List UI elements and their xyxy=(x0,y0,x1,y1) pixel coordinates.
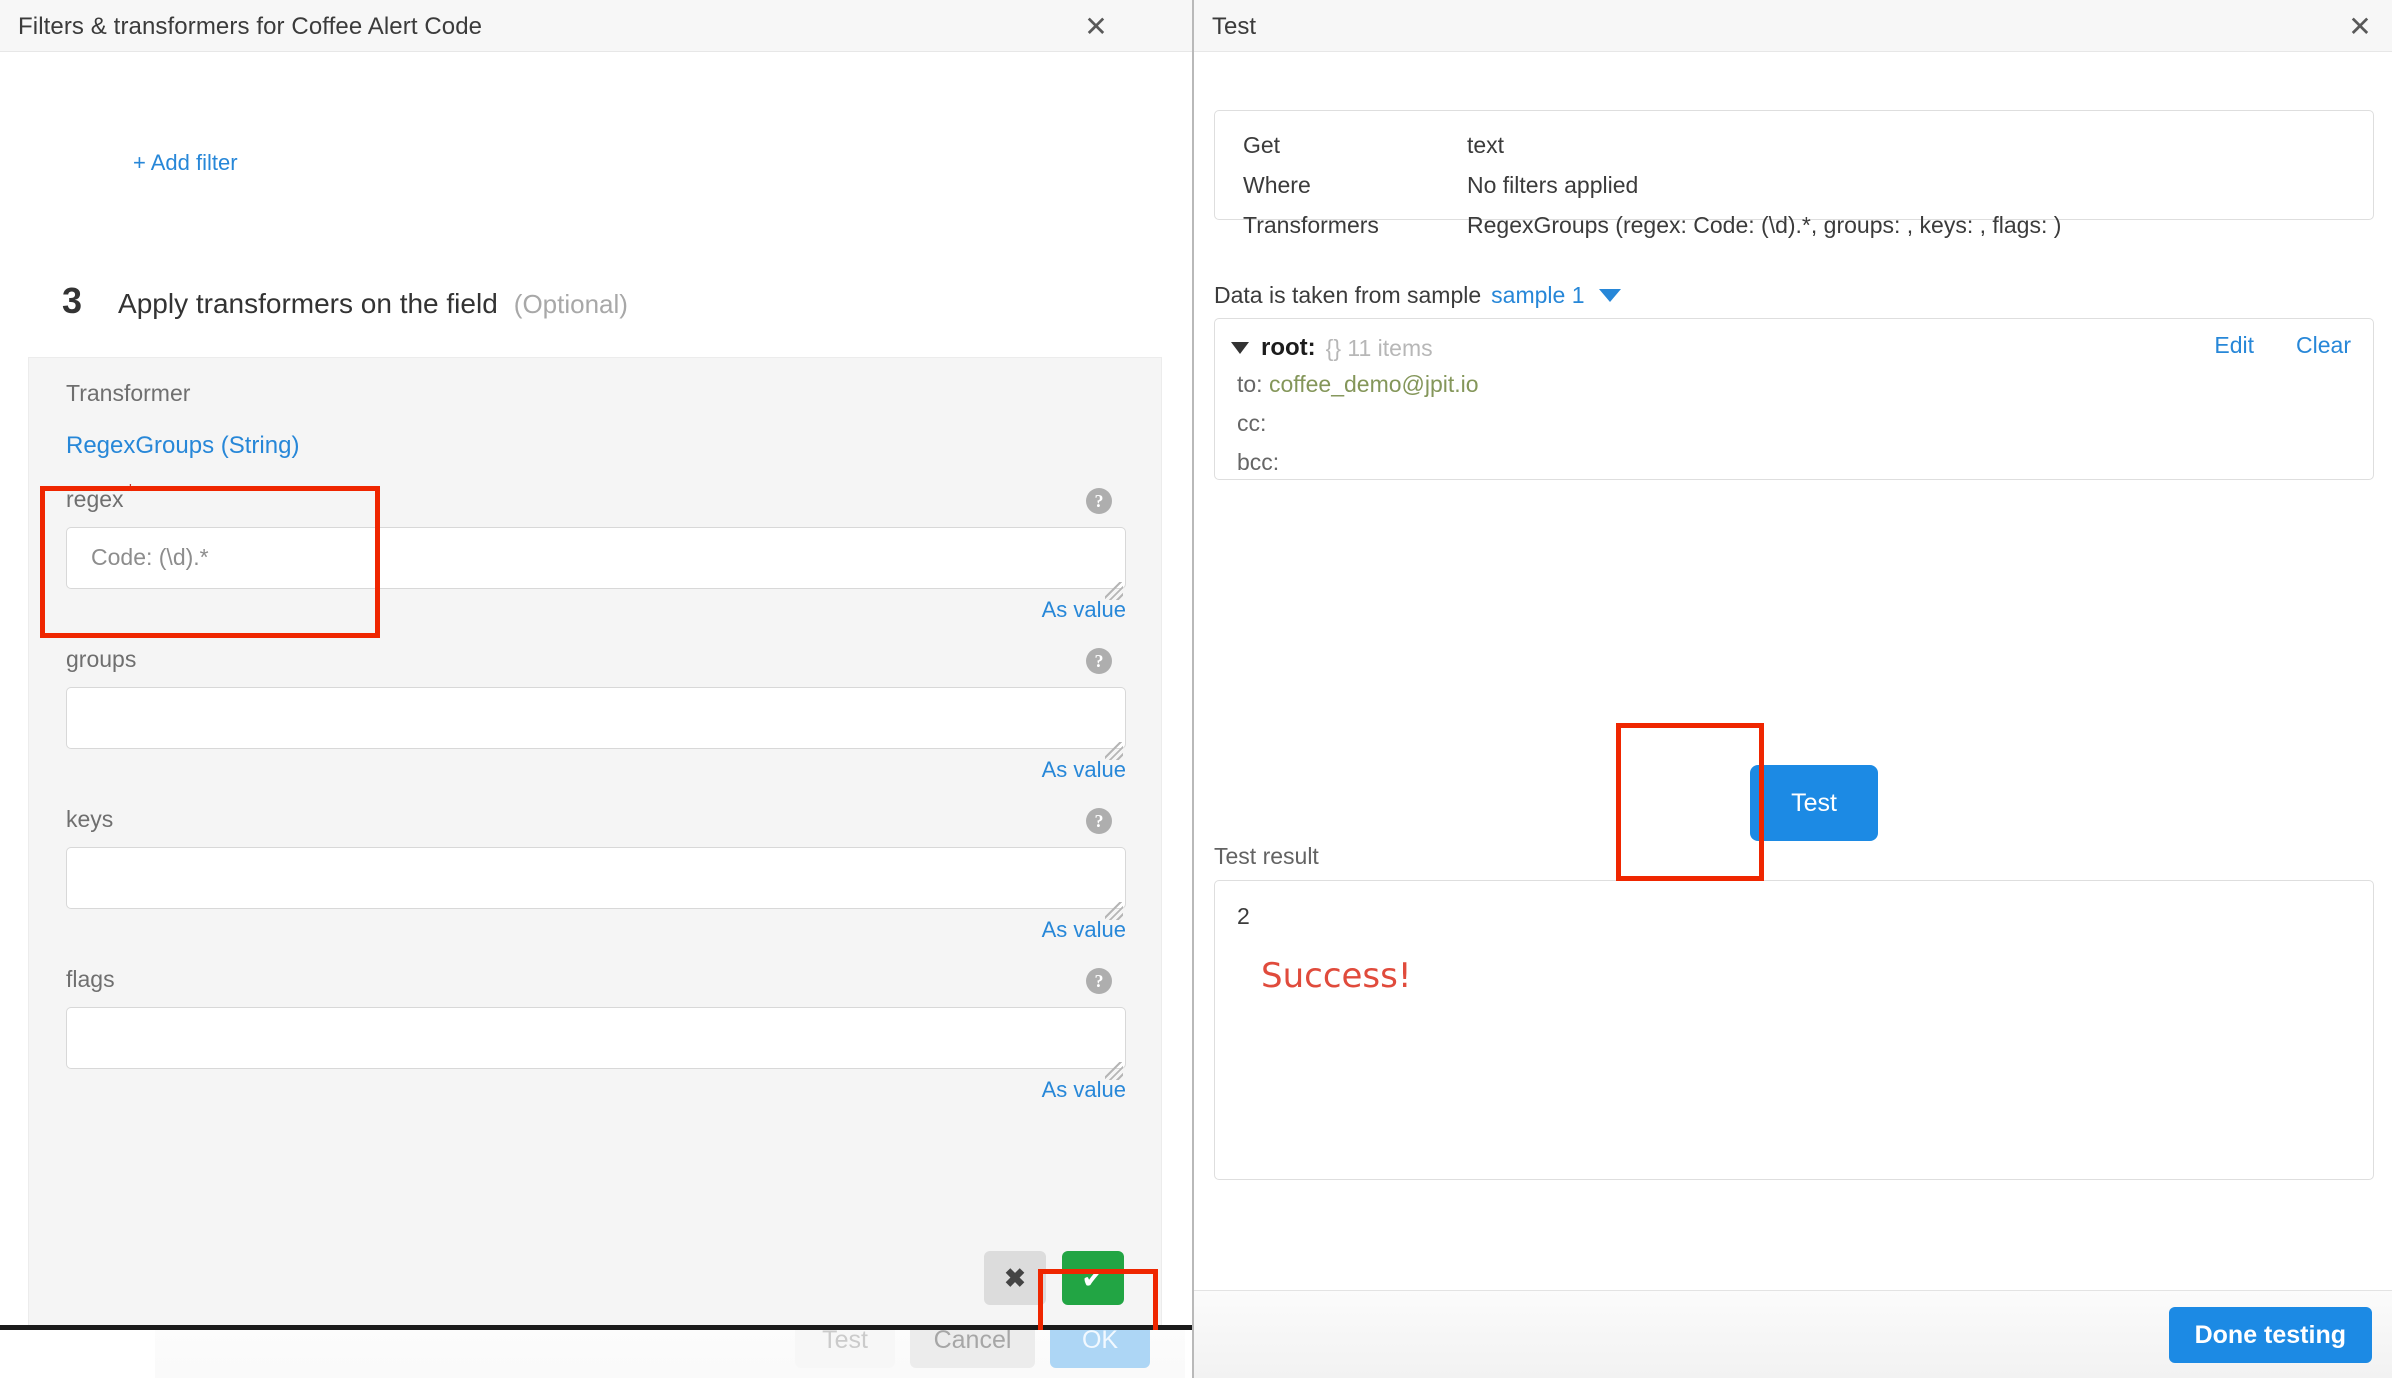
test-summary-box: Get text Where No filters applied Transf… xyxy=(1214,110,2374,238)
transformer-cancel-button[interactable]: ✖ xyxy=(984,1251,1046,1305)
transformer-type-link[interactable]: RegexGroups (String) xyxy=(66,432,299,460)
field-keys: keys ? As value xyxy=(66,806,1126,943)
dialog-body: + Add filter 3 Apply transformers on the… xyxy=(0,52,1192,1330)
summary-key-transformers: Transformers xyxy=(1243,212,1379,238)
as-value-link-keys[interactable]: As value xyxy=(66,917,1126,943)
tree-row: to: coffee_demo@jpit.io xyxy=(1231,365,2373,404)
field-groups-label: groups xyxy=(66,646,137,672)
test-panel-footer: Done testing xyxy=(1194,1290,2392,1378)
groups-input[interactable] xyxy=(66,687,1126,749)
tree-row: bcc: xyxy=(1231,443,2373,479)
step-3-heading: 3 Apply transformers on the field (Optio… xyxy=(62,280,628,322)
tree-value: coffee_demo@jpit.io xyxy=(1268,371,1479,397)
help-icon[interactable]: ? xyxy=(1086,968,1112,994)
chevron-down-icon[interactable] xyxy=(1598,289,1621,302)
required-marker: * xyxy=(126,481,135,503)
step-optional-tag: (Optional) xyxy=(513,289,628,319)
help-icon[interactable]: ? xyxy=(1086,648,1112,674)
close-icon[interactable]: ✕ xyxy=(1078,10,1114,44)
tree-key: cc: xyxy=(1237,410,1267,436)
resize-handle-keys[interactable] xyxy=(1105,902,1123,920)
add-filter-link[interactable]: + Add filter xyxy=(133,150,238,176)
clear-link[interactable]: Clear xyxy=(2296,332,2351,359)
screen: Test Cancel OK Filters & transformers fo… xyxy=(0,0,2392,1378)
step-title: Apply transformers on the field xyxy=(118,288,498,319)
field-flags-label: flags xyxy=(66,966,115,992)
edit-link[interactable]: Edit xyxy=(2214,332,2254,359)
summary-key-get: Get xyxy=(1243,132,1281,158)
transformer-actions: ✖ ✔ xyxy=(984,1251,1124,1305)
test-result-value: 2 xyxy=(1237,903,1250,929)
summary-value-where: No filters applied xyxy=(1467,172,1639,198)
keys-input[interactable] xyxy=(66,847,1126,909)
flags-input[interactable] xyxy=(66,1007,1126,1069)
summary-key-where: Where xyxy=(1243,172,1311,198)
window-bottom-edge xyxy=(0,1325,1192,1330)
tree-row: cc: xyxy=(1231,404,2373,443)
summary-value-transformers: RegexGroups (regex: Code: (\d).*, groups… xyxy=(1467,212,2062,238)
transformer-card: Transformer RegexGroups (String) regex * … xyxy=(28,357,1162,1330)
highlight-test-button xyxy=(1616,723,1764,881)
summary-value-get: text xyxy=(1467,132,1505,158)
test-result-label: Test result xyxy=(1214,843,1319,869)
dialog-header: Filters & transformers for Coffee Alert … xyxy=(0,0,1192,52)
sample-data-tree: root: {} 11 items Edit Clear to: coffee_… xyxy=(1214,318,2374,480)
sample-selector: Data is taken from sample sample 1 xyxy=(1214,282,1621,309)
tree-key: to: xyxy=(1237,371,1263,397)
close-icon[interactable]: ✕ xyxy=(2342,10,2378,44)
summary-row: Where No filters applied xyxy=(1243,165,2373,205)
as-value-link-regex[interactable]: As value xyxy=(66,597,1126,623)
as-value-link-groups[interactable]: As value xyxy=(66,757,1126,783)
resize-handle-regex[interactable] xyxy=(1105,582,1123,600)
tree-key: bcc: xyxy=(1237,449,1280,475)
resize-handle-flags[interactable] xyxy=(1105,1062,1123,1080)
field-regex: regex * ? Code: (\d).* As value xyxy=(66,481,1126,623)
tree-root-key: root: xyxy=(1261,334,1316,361)
as-value-link-flags[interactable]: As value xyxy=(66,1077,1126,1103)
regex-input[interactable]: Code: (\d).* xyxy=(66,527,1126,589)
test-button[interactable]: Test xyxy=(1750,765,1878,841)
sample-name-link[interactable]: sample 1 xyxy=(1491,282,1584,309)
help-icon[interactable]: ? xyxy=(1086,808,1112,834)
resize-handle-groups[interactable] xyxy=(1105,742,1123,760)
tree-root-row: root: {} 11 items Edit Clear xyxy=(1231,331,2373,365)
filters-transformers-dialog: Filters & transformers for Coffee Alert … xyxy=(0,0,1192,1330)
triangle-down-icon[interactable] xyxy=(1231,342,1249,354)
field-keys-label: keys xyxy=(66,806,114,832)
step-number: 3 xyxy=(62,280,83,321)
summary-row: Transformers RegexGroups (regex: Code: (… xyxy=(1243,205,2373,245)
field-groups: groups ? As value xyxy=(66,646,1126,783)
test-panel-title: Test xyxy=(1212,13,1257,40)
tree-actions: Edit Clear xyxy=(2172,332,2351,359)
test-result-status: Success! xyxy=(1261,956,1412,996)
test-panel-header: Test ✕ xyxy=(1194,0,2392,52)
transformer-type-kind: (String) xyxy=(220,432,300,459)
dialog-title: Filters & transformers for Coffee Alert … xyxy=(18,13,483,40)
transformer-confirm-button[interactable]: ✔ xyxy=(1062,1251,1124,1305)
test-panel: Test ✕ Get text Where No filters applied… xyxy=(1192,0,2392,1378)
field-regex-label: regex * xyxy=(66,481,135,512)
transformer-type-name: RegexGroups xyxy=(66,432,215,459)
done-testing-button[interactable]: Done testing xyxy=(2168,1307,2372,1363)
summary-row: Get text xyxy=(1243,125,2373,165)
field-flags: flags ? As value xyxy=(66,966,1126,1103)
tree-root-meta: {} 11 items xyxy=(1325,334,1433,361)
test-result-box: 2 Success! xyxy=(1214,880,2374,1180)
transformer-section-label: Transformer xyxy=(66,380,191,406)
help-icon[interactable]: ? xyxy=(1086,488,1112,514)
sample-prefix-label: Data is taken from sample xyxy=(1214,282,1482,308)
